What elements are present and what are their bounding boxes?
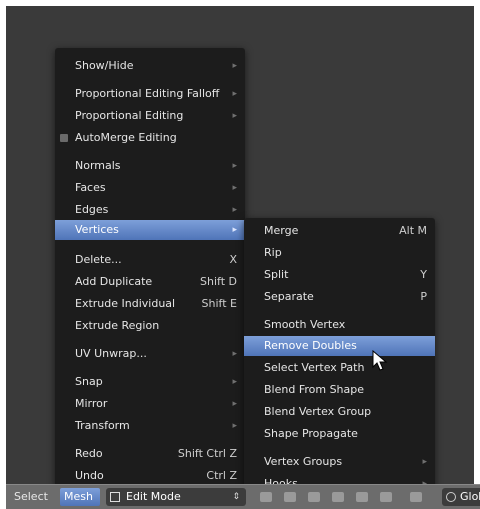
mouse-pointer-icon [372,350,388,371]
submenu-arrow-icon: ▸ [232,349,237,359]
submenu-item-shape-propagate[interactable]: Shape Propagate [244,424,435,444]
translate-icon[interactable] [332,492,344,502]
menu-item-extrude-region[interactable]: Extrude Region [55,316,245,336]
menu-item-mirror[interactable]: Mirror ▸ [55,394,245,414]
menu-item-vertices[interactable]: Vertices ▸ [55,220,245,240]
submenu-item-split[interactable]: Split Y [244,265,435,285]
submenu-arrow-icon: ▸ [232,399,237,409]
menu-item-faces[interactable]: Faces ▸ [55,178,245,198]
vertices-submenu: Merge Alt M Rip Split Y Separate P Smoot… [244,218,435,500]
submenu-item-smooth-vertex[interactable]: Smooth Vertex [244,315,435,335]
layers-icon[interactable] [410,492,422,502]
menu-item-show-hide[interactable]: Show/Hide ▸ [55,56,245,76]
menu-item-undo[interactable]: Undo Ctrl Z [55,466,245,486]
menu-item-normals[interactable]: Normals ▸ [55,156,245,176]
menu-item-automerge-editing[interactable]: AutoMerge Editing [55,128,245,148]
menu-item-snap[interactable]: Snap ▸ [55,372,245,392]
menu-item-proportional-editing[interactable]: Proportional Editing ▸ [55,106,245,126]
edit-mode-icon [110,492,120,502]
submenu-item-vertex-groups[interactable]: Vertex Groups ▸ [244,452,435,472]
checkbox-icon[interactable] [60,134,68,142]
submenu-item-remove-doubles[interactable]: Remove Doubles [244,336,435,356]
menu-item-transform[interactable]: Transform ▸ [55,416,245,436]
submenu-item-merge[interactable]: Merge Alt M [244,221,435,241]
globe-icon [446,492,456,502]
submenu-arrow-icon: ▸ [232,111,237,121]
viewport-header: Select Mesh Edit Mode ⇕ Glob [6,484,480,509]
transform-orientation-selector[interactable]: Glob [442,488,480,506]
rotate-icon[interactable] [356,492,368,502]
submenu-arrow-icon: ▸ [232,161,237,171]
submenu-item-rip[interactable]: Rip [244,243,435,263]
menu-item-extrude-individual[interactable]: Extrude Individual Shift E [55,294,245,314]
manipulator-icon[interactable] [308,492,320,502]
submenu-item-blend-vertex-group[interactable]: Blend Vertex Group [244,402,435,422]
submenu-item-separate[interactable]: Separate P [244,287,435,307]
submenu-item-blend-from-shape[interactable]: Blend From Shape [244,380,435,400]
submenu-arrow-icon: ▸ [232,183,237,193]
mesh-menu: Show/Hide ▸ Proportional Editing Falloff… [55,48,245,488]
menu-item-add-duplicate[interactable]: Add Duplicate Shift D [55,272,245,292]
menu-item-edges[interactable]: Edges ▸ [55,200,245,220]
menu-item-delete[interactable]: Delete... X [55,250,245,270]
pivot-icon[interactable] [284,492,296,502]
submenu-item-select-vertex-path[interactable]: Select Vertex Path [244,358,435,378]
mesh-menu-button[interactable]: Mesh [60,488,100,506]
header-tool-icons [250,488,440,506]
submenu-arrow-icon: ▸ [232,421,237,431]
menu-item-redo[interactable]: Redo Shift Ctrl Z [55,444,245,464]
menu-item-proportional-editing-falloff[interactable]: Proportional Editing Falloff ▸ [55,84,245,104]
shading-icon[interactable] [260,492,272,502]
menu-item-uv-unwrap[interactable]: UV Unwrap... ▸ [55,344,245,364]
updown-arrows-icon: ⇕ [232,492,240,502]
submenu-arrow-icon: ▸ [422,457,427,467]
select-menu-button[interactable]: Select [10,488,62,506]
submenu-arrow-icon: ▸ [232,89,237,99]
scale-icon[interactable] [380,492,392,502]
submenu-arrow-icon: ▸ [232,205,237,215]
submenu-arrow-icon: ▸ [232,377,237,387]
submenu-arrow-icon: ▸ [232,225,237,235]
submenu-arrow-icon: ▸ [232,61,237,71]
mode-selector[interactable]: Edit Mode ⇕ [106,488,246,506]
